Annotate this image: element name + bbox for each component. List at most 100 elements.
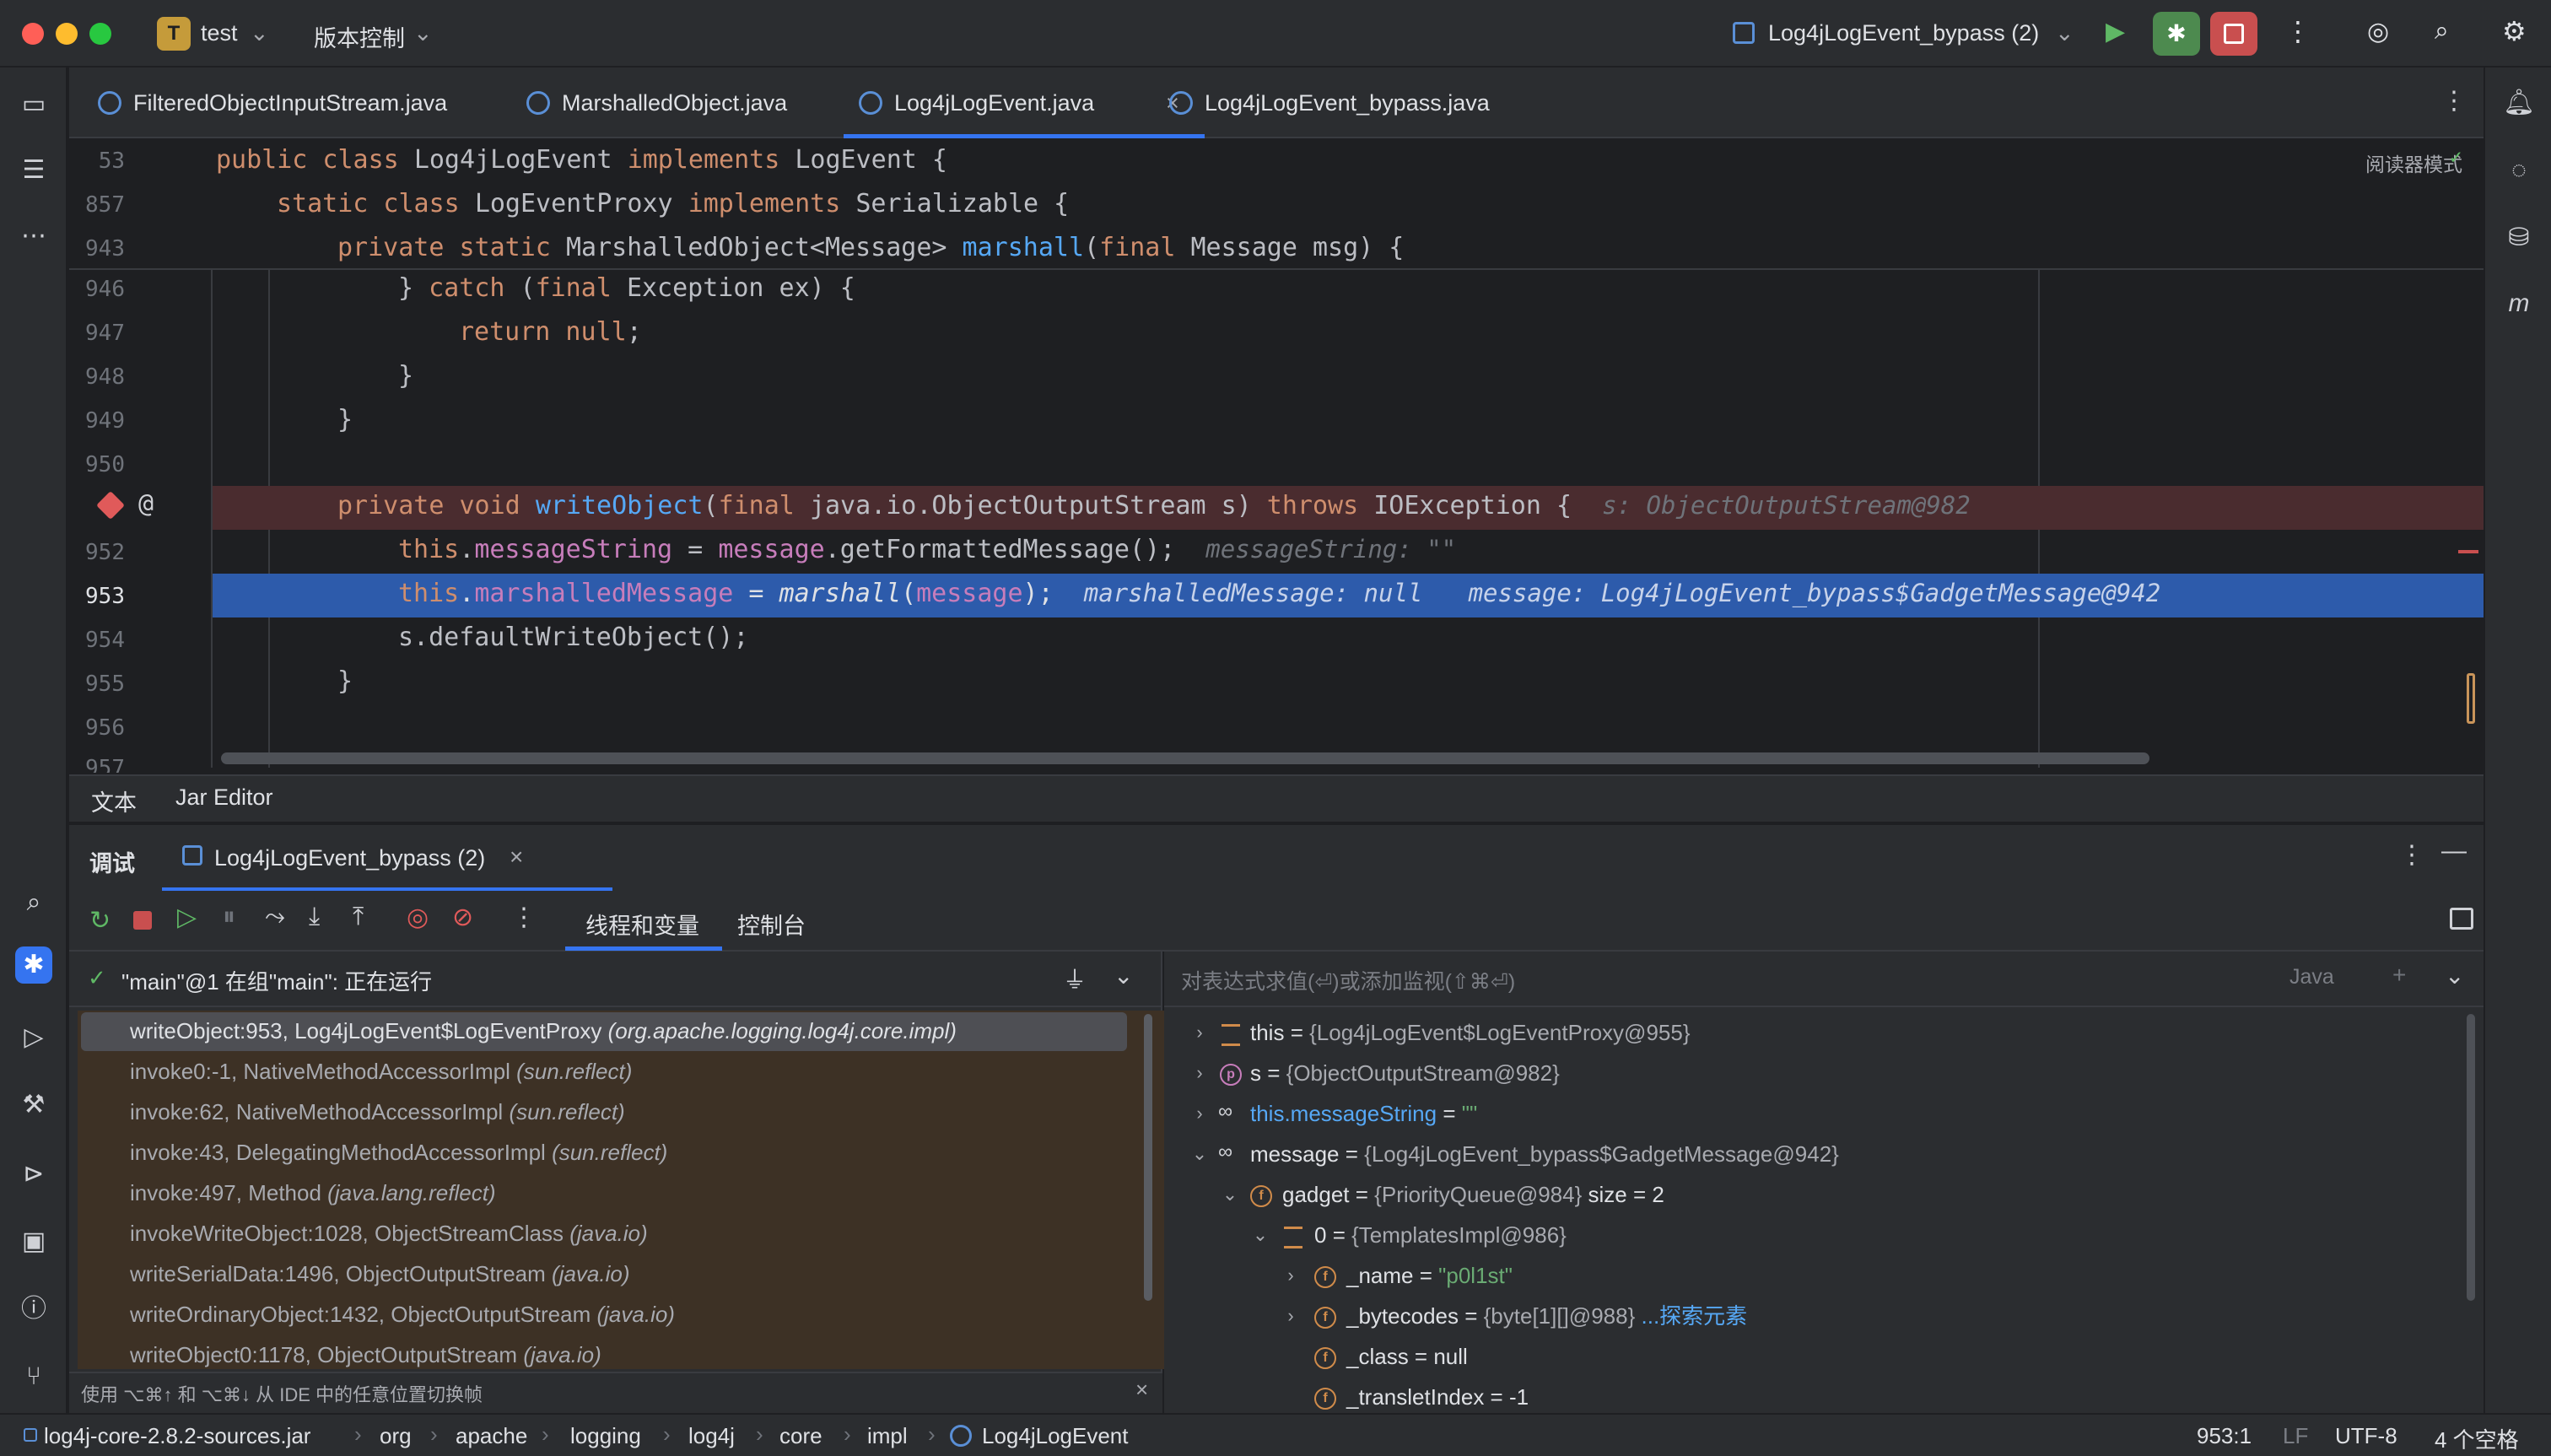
stack-frame[interactable]: writeOrdinaryObject:1432, ObjectOutputSt… <box>130 1294 1193 1335</box>
stack-frame[interactable]: invoke:62, NativeMethodAccessorImpl (sun… <box>130 1092 1193 1132</box>
step-into-icon[interactable]: ⤓ <box>309 903 320 931</box>
chevron-right-icon[interactable]: › <box>1281 1306 1301 1326</box>
sticky-line[interactable]: 943 private static MarshalledObject<Mess… <box>69 226 2484 270</box>
chevron-right-icon[interactable]: › <box>1189 1063 1210 1083</box>
frames-scrollbar[interactable] <box>1144 1014 1152 1301</box>
maven-icon[interactable]: m <box>2500 285 2538 322</box>
tab-text[interactable]: 文本 <box>91 785 137 817</box>
search-icon[interactable]: ⌕ <box>15 884 52 921</box>
stop-icon[interactable] <box>133 911 152 930</box>
build-icon[interactable]: ⚒ <box>15 1087 52 1124</box>
editor-tab[interactable]: MarshalledObject.java <box>511 67 882 138</box>
thread-selector[interactable]: "main"@1 在组"main": 正在运行 <box>121 965 432 996</box>
structure-icon[interactable]: ☰ <box>15 152 52 189</box>
filter-icon[interactable]: ⏚ <box>1063 962 1087 995</box>
chevron-down-icon[interactable]: ⌄ <box>1189 1144 1210 1164</box>
minimize-window-button[interactable] <box>56 23 78 45</box>
folder-icon[interactable]: ▭ <box>15 86 52 123</box>
editor-tab[interactable]: FilteredObjectInputStream.java <box>83 67 521 138</box>
variable-row[interactable]: _bytecodes = {byte[1][]@988} ...探索元素 <box>1346 1296 1747 1336</box>
run-config-selector[interactable]: Log4jLogEvent_bypass (2) <box>1768 20 2039 46</box>
breadcrumb-item[interactable]: log4j <box>688 1423 735 1449</box>
stack-frame[interactable]: writeObject0:1178, ObjectOutputStream (j… <box>130 1335 1193 1375</box>
variable-row[interactable]: s = {ObjectOutputStream@982} <box>1250 1053 1560 1093</box>
breadcrumb-item[interactable]: core <box>779 1423 822 1449</box>
chevron-right-icon[interactable]: › <box>1281 1265 1301 1286</box>
stop-button[interactable] <box>2210 12 2257 56</box>
editor-tab-active[interactable]: Log4jLogEvent.java × <box>844 67 1205 138</box>
chevron-right-icon[interactable]: › <box>1189 1103 1210 1124</box>
pause-icon[interactable]: ⏸ <box>223 903 235 931</box>
git-icon[interactable]: ⑂ <box>15 1358 52 1395</box>
ai-assistant-icon[interactable]: ◎ <box>2367 17 2389 46</box>
step-over-icon[interactable]: ⤳ <box>265 903 285 931</box>
layout-icon[interactable] <box>2450 908 2473 930</box>
run-tool-icon[interactable]: ▷ <box>15 1019 52 1056</box>
variable-row[interactable]: this = {Log4jLogEvent$LogEventProxy@955} <box>1250 1012 1691 1053</box>
variable-row[interactable]: _name = "p0l1st" <box>1346 1255 1513 1296</box>
more-tools-icon[interactable]: ⋯ <box>15 218 52 255</box>
sticky-line[interactable]: 857 static class LogEventProxy implement… <box>69 182 2484 226</box>
debug-session-tab[interactable]: Log4jLogEvent_bypass (2) <box>214 845 485 871</box>
debug-tool-icon[interactable]: ✱ <box>15 946 52 984</box>
chevron-down-icon[interactable]: ⌄ <box>2445 962 2464 990</box>
mute-breakpoints-icon[interactable]: ⊘ <box>452 903 473 932</box>
resume-icon[interactable]: ▷ <box>177 903 197 932</box>
tab-threads-variables[interactable]: 线程和变量 <box>585 908 699 941</box>
variable-row[interactable]: gadget = {PriorityQueue@984} size = 2 <box>1282 1174 1664 1215</box>
code-editor[interactable]: 53 public class Log4jLogEvent implements… <box>69 138 2484 774</box>
ai-chat-icon[interactable]: ◌ <box>2500 152 2538 189</box>
language-selector[interactable]: Java <box>2289 965 2334 990</box>
breadcrumb-item[interactable]: impl <box>867 1423 908 1449</box>
variable-row[interactable]: 0 = {TemplatesImpl@986} <box>1314 1215 1567 1255</box>
reader-mode-label[interactable]: 阅读器模式 <box>2365 148 2462 177</box>
step-out-icon[interactable]: ⤒ <box>353 903 364 931</box>
more-icon[interactable]: ⋮ <box>2399 840 2424 870</box>
add-watch-icon[interactable]: + <box>2392 962 2406 989</box>
vcs-menu[interactable]: 版本控制 <box>314 20 405 53</box>
more-icon[interactable]: ⋮ <box>511 903 537 932</box>
close-window-button[interactable] <box>22 23 44 45</box>
variable-row[interactable]: message = {Log4jLogEvent_bypass$GadgetMe… <box>1250 1134 1839 1174</box>
variable-row[interactable]: _transletIndex = -1 <box>1346 1377 1529 1417</box>
caret-position[interactable]: 953:1 <box>2197 1423 2252 1449</box>
chevron-right-icon[interactable]: › <box>1189 1022 1210 1043</box>
project-badge[interactable]: T <box>157 17 191 51</box>
zoom-window-button[interactable] <box>89 23 111 45</box>
stack-frame[interactable]: writeObject:953, Log4jLogEvent$LogEventP… <box>130 1011 1193 1051</box>
terminal-icon[interactable]: ▣ <box>15 1223 52 1260</box>
breadcrumb-item[interactable]: log4j-core-2.8.2-sources.jar <box>44 1423 310 1449</box>
sticky-line[interactable]: 53 public class Log4jLogEvent implements… <box>69 138 2484 182</box>
error-stripe-marker[interactable] <box>2458 550 2478 553</box>
minimize-icon[interactable]: — <box>2441 837 2467 866</box>
view-breakpoints-icon[interactable]: ◎ <box>407 903 429 932</box>
more-icon[interactable]: ⋮ <box>2284 15 2311 47</box>
stack-frame[interactable]: invoke:497, Method (java.lang.reflect) <box>130 1173 1193 1213</box>
breadcrumb-item[interactable]: org <box>380 1423 412 1449</box>
breakpoint-icon[interactable] <box>96 491 125 520</box>
breadcrumb-item[interactable]: apache <box>456 1423 527 1449</box>
database-icon[interactable]: ⛁ <box>2500 219 2538 256</box>
scrollbar-thumb[interactable] <box>2467 673 2475 724</box>
horizontal-scrollbar[interactable] <box>221 752 2149 764</box>
file-encoding[interactable]: UTF-8 <box>2335 1423 2397 1449</box>
resume-icon[interactable]: ▶ <box>2106 17 2125 46</box>
close-icon[interactable]: × <box>1135 1377 1148 1403</box>
tab-jar-editor[interactable]: Jar Editor <box>175 785 273 811</box>
stack-frame[interactable]: invokeWriteObject:1028, ObjectStreamClas… <box>130 1213 1193 1254</box>
chevron-down-icon[interactable]: ⌄ <box>1250 1225 1270 1245</box>
chevron-down-icon[interactable]: ⌄ <box>1114 962 1133 990</box>
breadcrumb-item[interactable]: Log4jLogEvent <box>982 1423 1128 1449</box>
project-name[interactable]: test <box>201 20 238 46</box>
tab-console[interactable]: 控制台 <box>737 908 806 941</box>
stack-frame[interactable]: writeSerialData:1496, ObjectOutputStream… <box>130 1254 1193 1294</box>
debug-rerun-button[interactable]: ✱ <box>2153 12 2200 56</box>
variable-row[interactable]: this.messageString = "" <box>1250 1093 1477 1134</box>
evaluate-expression-input[interactable]: 对表达式求值(⏎)或添加监视(⇧⌘⏎) <box>1181 965 1515 995</box>
rerun-icon[interactable]: ↻ <box>89 906 111 936</box>
line-separator[interactable]: LF <box>2283 1423 2308 1449</box>
variable-row[interactable]: _class = null <box>1346 1336 1468 1377</box>
explore-elements-link[interactable]: ...探索元素 <box>1642 1303 1748 1329</box>
override-icon[interactable]: @ <box>138 489 154 519</box>
indent-setting[interactable]: 4 个空格 <box>2435 1423 2519 1454</box>
